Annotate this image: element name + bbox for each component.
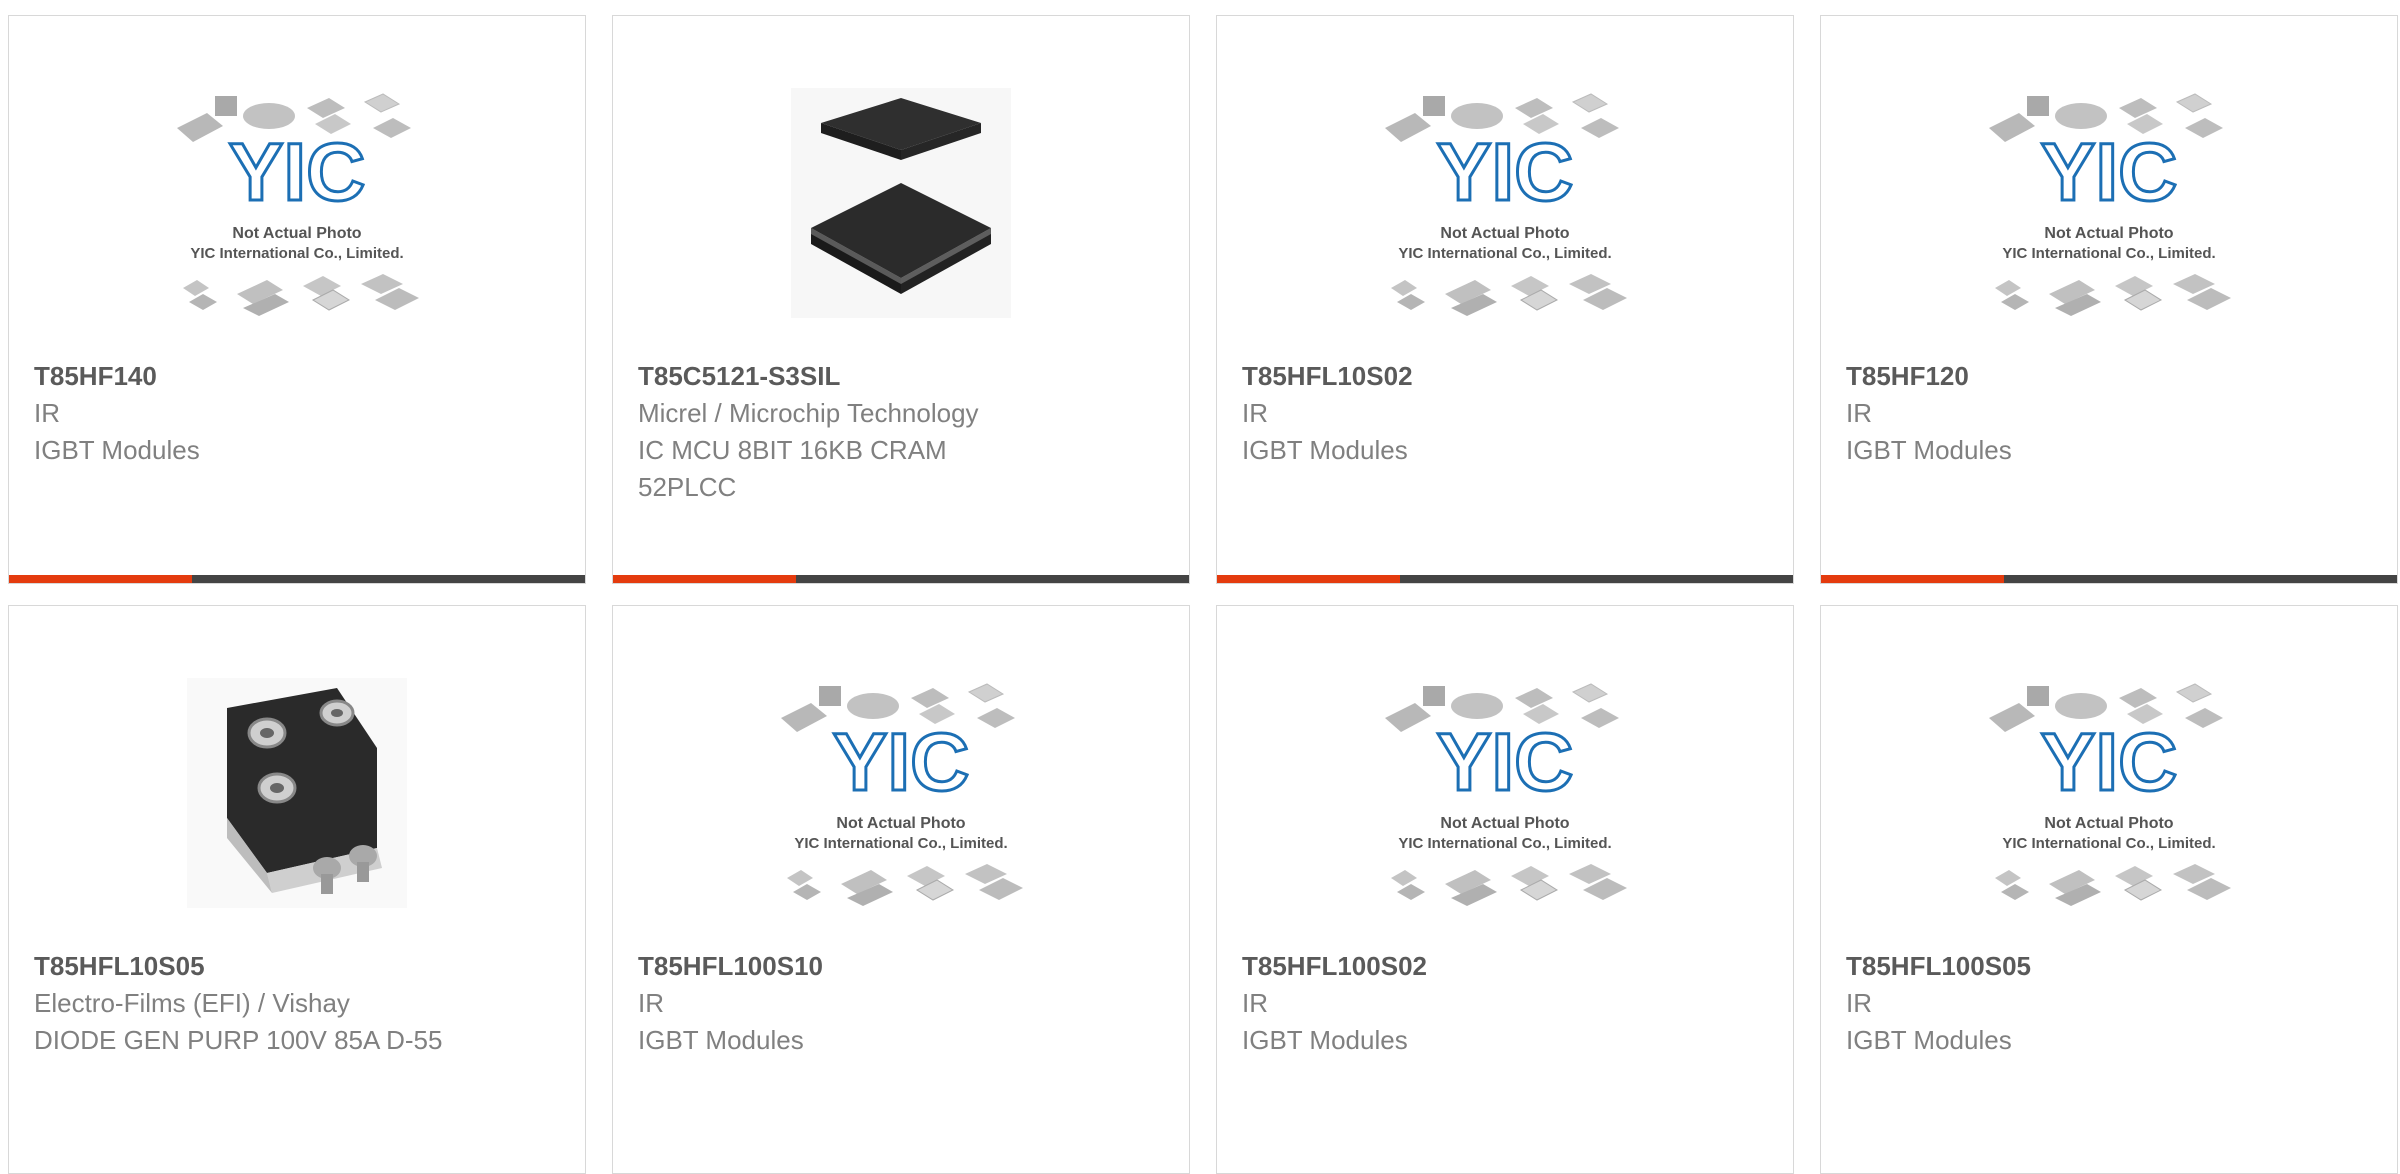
manufacturer: IR: [34, 398, 60, 428]
svg-text:YIC: YIC: [229, 127, 366, 218]
part-number[interactable]: T85HFL100S02: [1242, 948, 1662, 985]
manufacturer: IR: [1846, 398, 1872, 428]
part-number[interactable]: T85HF120: [1846, 358, 2266, 395]
description: IGBT Modules: [638, 1025, 804, 1055]
product-image: YIC Not Actual Photo YIC International C…: [1821, 678, 2397, 908]
svg-text:YIC International Co., Limited: YIC International Co., Limited.: [1398, 245, 1611, 262]
card-bottom-bar: [1821, 575, 2397, 583]
manufacturer: IR: [1242, 988, 1268, 1018]
card-bottom-bar: [9, 575, 585, 583]
placeholder-icon: YIC Not Actual Photo YIC International C…: [1384, 93, 1628, 317]
placeholder-icon: YIC Not Actual Photo YIC International C…: [1384, 683, 1628, 907]
svg-text:YIC International Co., Limited: YIC International Co., Limited.: [190, 245, 403, 262]
svg-text:Not Actual Photo: Not Actual Photo: [2044, 225, 2173, 242]
part-number[interactable]: T85C5121-S3SIL: [638, 358, 1058, 395]
product-card[interactable]: T85HFL10S05 Electro-Films (EFI) / Vishay…: [8, 605, 586, 1174]
product-image: YIC Not Actual Photo YIC International C…: [1821, 88, 2397, 318]
manufacturer: Micrel / Microchip Technology: [638, 398, 979, 428]
manufacturer: Electro-Films (EFI) / Vishay: [34, 988, 350, 1018]
svg-text:Not Actual Photo: Not Actual Photo: [836, 815, 965, 832]
card-bottom-bar: [1217, 575, 1793, 583]
product-image: YIC Not Actual Photo YIC International C…: [1217, 678, 1793, 908]
part-number[interactable]: T85HFL10S05: [34, 948, 454, 985]
svg-text:YIC: YIC: [1437, 717, 1574, 808]
product-image: [9, 678, 585, 908]
svg-text:Not Actual Photo: Not Actual Photo: [2044, 815, 2173, 832]
svg-text:Not Actual Photo: Not Actual Photo: [1440, 815, 1569, 832]
part-number[interactable]: T85HFL100S10: [638, 948, 1058, 985]
product-card[interactable]: YIC Not Actual Photo YIC International C…: [1820, 15, 2398, 584]
manufacturer: IR: [638, 988, 664, 1018]
svg-text:YIC International Co., Limited: YIC International Co., Limited.: [2002, 835, 2215, 852]
plcc-chip-icon: [791, 88, 1011, 318]
card-bottom-bar: [613, 575, 1189, 583]
description: IGBT Modules: [1242, 435, 1408, 465]
product-image: YIC Not Actual Photo YIC International C…: [613, 678, 1189, 908]
svg-text:YIC: YIC: [2041, 717, 2178, 808]
manufacturer: IR: [1846, 988, 1872, 1018]
svg-text:YIC International Co., Limited: YIC International Co., Limited.: [794, 835, 1007, 852]
product-card[interactable]: YIC Not Actual Photo YIC International C…: [612, 605, 1190, 1174]
product-image: [613, 88, 1189, 318]
manufacturer: IR: [1242, 398, 1268, 428]
placeholder-icon: YIC Not Actual Photo YIC International C…: [176, 93, 420, 317]
description: IGBT Modules: [34, 435, 200, 465]
description: IC MCU 8BIT 16KB CRAM 52PLCC: [638, 435, 947, 502]
description: IGBT Modules: [1242, 1025, 1408, 1055]
description: DIODE GEN PURP 100V 85A D-55: [34, 1025, 443, 1055]
svg-text:YIC: YIC: [833, 717, 970, 808]
svg-text:YIC International Co., Limited: YIC International Co., Limited.: [2002, 245, 2215, 262]
svg-text:Not Actual Photo: Not Actual Photo: [1440, 225, 1569, 242]
product-card[interactable]: YIC Not Actual Photo YIC International C…: [8, 15, 586, 584]
product-card[interactable]: T85C5121-S3SIL Micrel / Microchip Techno…: [612, 15, 1190, 584]
description: IGBT Modules: [1846, 1025, 2012, 1055]
svg-text:YIC International Co., Limited: YIC International Co., Limited.: [1398, 835, 1611, 852]
placeholder-icon: YIC Not Actual Photo YIC International C…: [1988, 683, 2232, 907]
product-card[interactable]: YIC Not Actual Photo YIC International C…: [1820, 605, 2398, 1174]
svg-text:YIC: YIC: [2041, 127, 2178, 218]
diode-module-icon: [187, 678, 407, 908]
svg-text:Not Actual Photo: Not Actual Photo: [232, 225, 361, 242]
product-image: YIC Not Actual Photo YIC International C…: [1217, 88, 1793, 318]
product-image: YIC Not Actual Photo YIC International C…: [9, 88, 585, 318]
description: IGBT Modules: [1846, 435, 2012, 465]
part-number[interactable]: T85HFL100S05: [1846, 948, 2266, 985]
svg-text:YIC: YIC: [1437, 127, 1574, 218]
product-card[interactable]: YIC Not Actual Photo YIC International C…: [1216, 605, 1794, 1174]
placeholder-icon: YIC Not Actual Photo YIC International C…: [780, 683, 1024, 907]
product-card[interactable]: YIC Not Actual Photo YIC International C…: [1216, 15, 1794, 584]
placeholder-icon: YIC Not Actual Photo YIC International C…: [1988, 93, 2232, 317]
part-number[interactable]: T85HFL10S02: [1242, 358, 1662, 395]
part-number[interactable]: T85HF140: [34, 358, 454, 395]
